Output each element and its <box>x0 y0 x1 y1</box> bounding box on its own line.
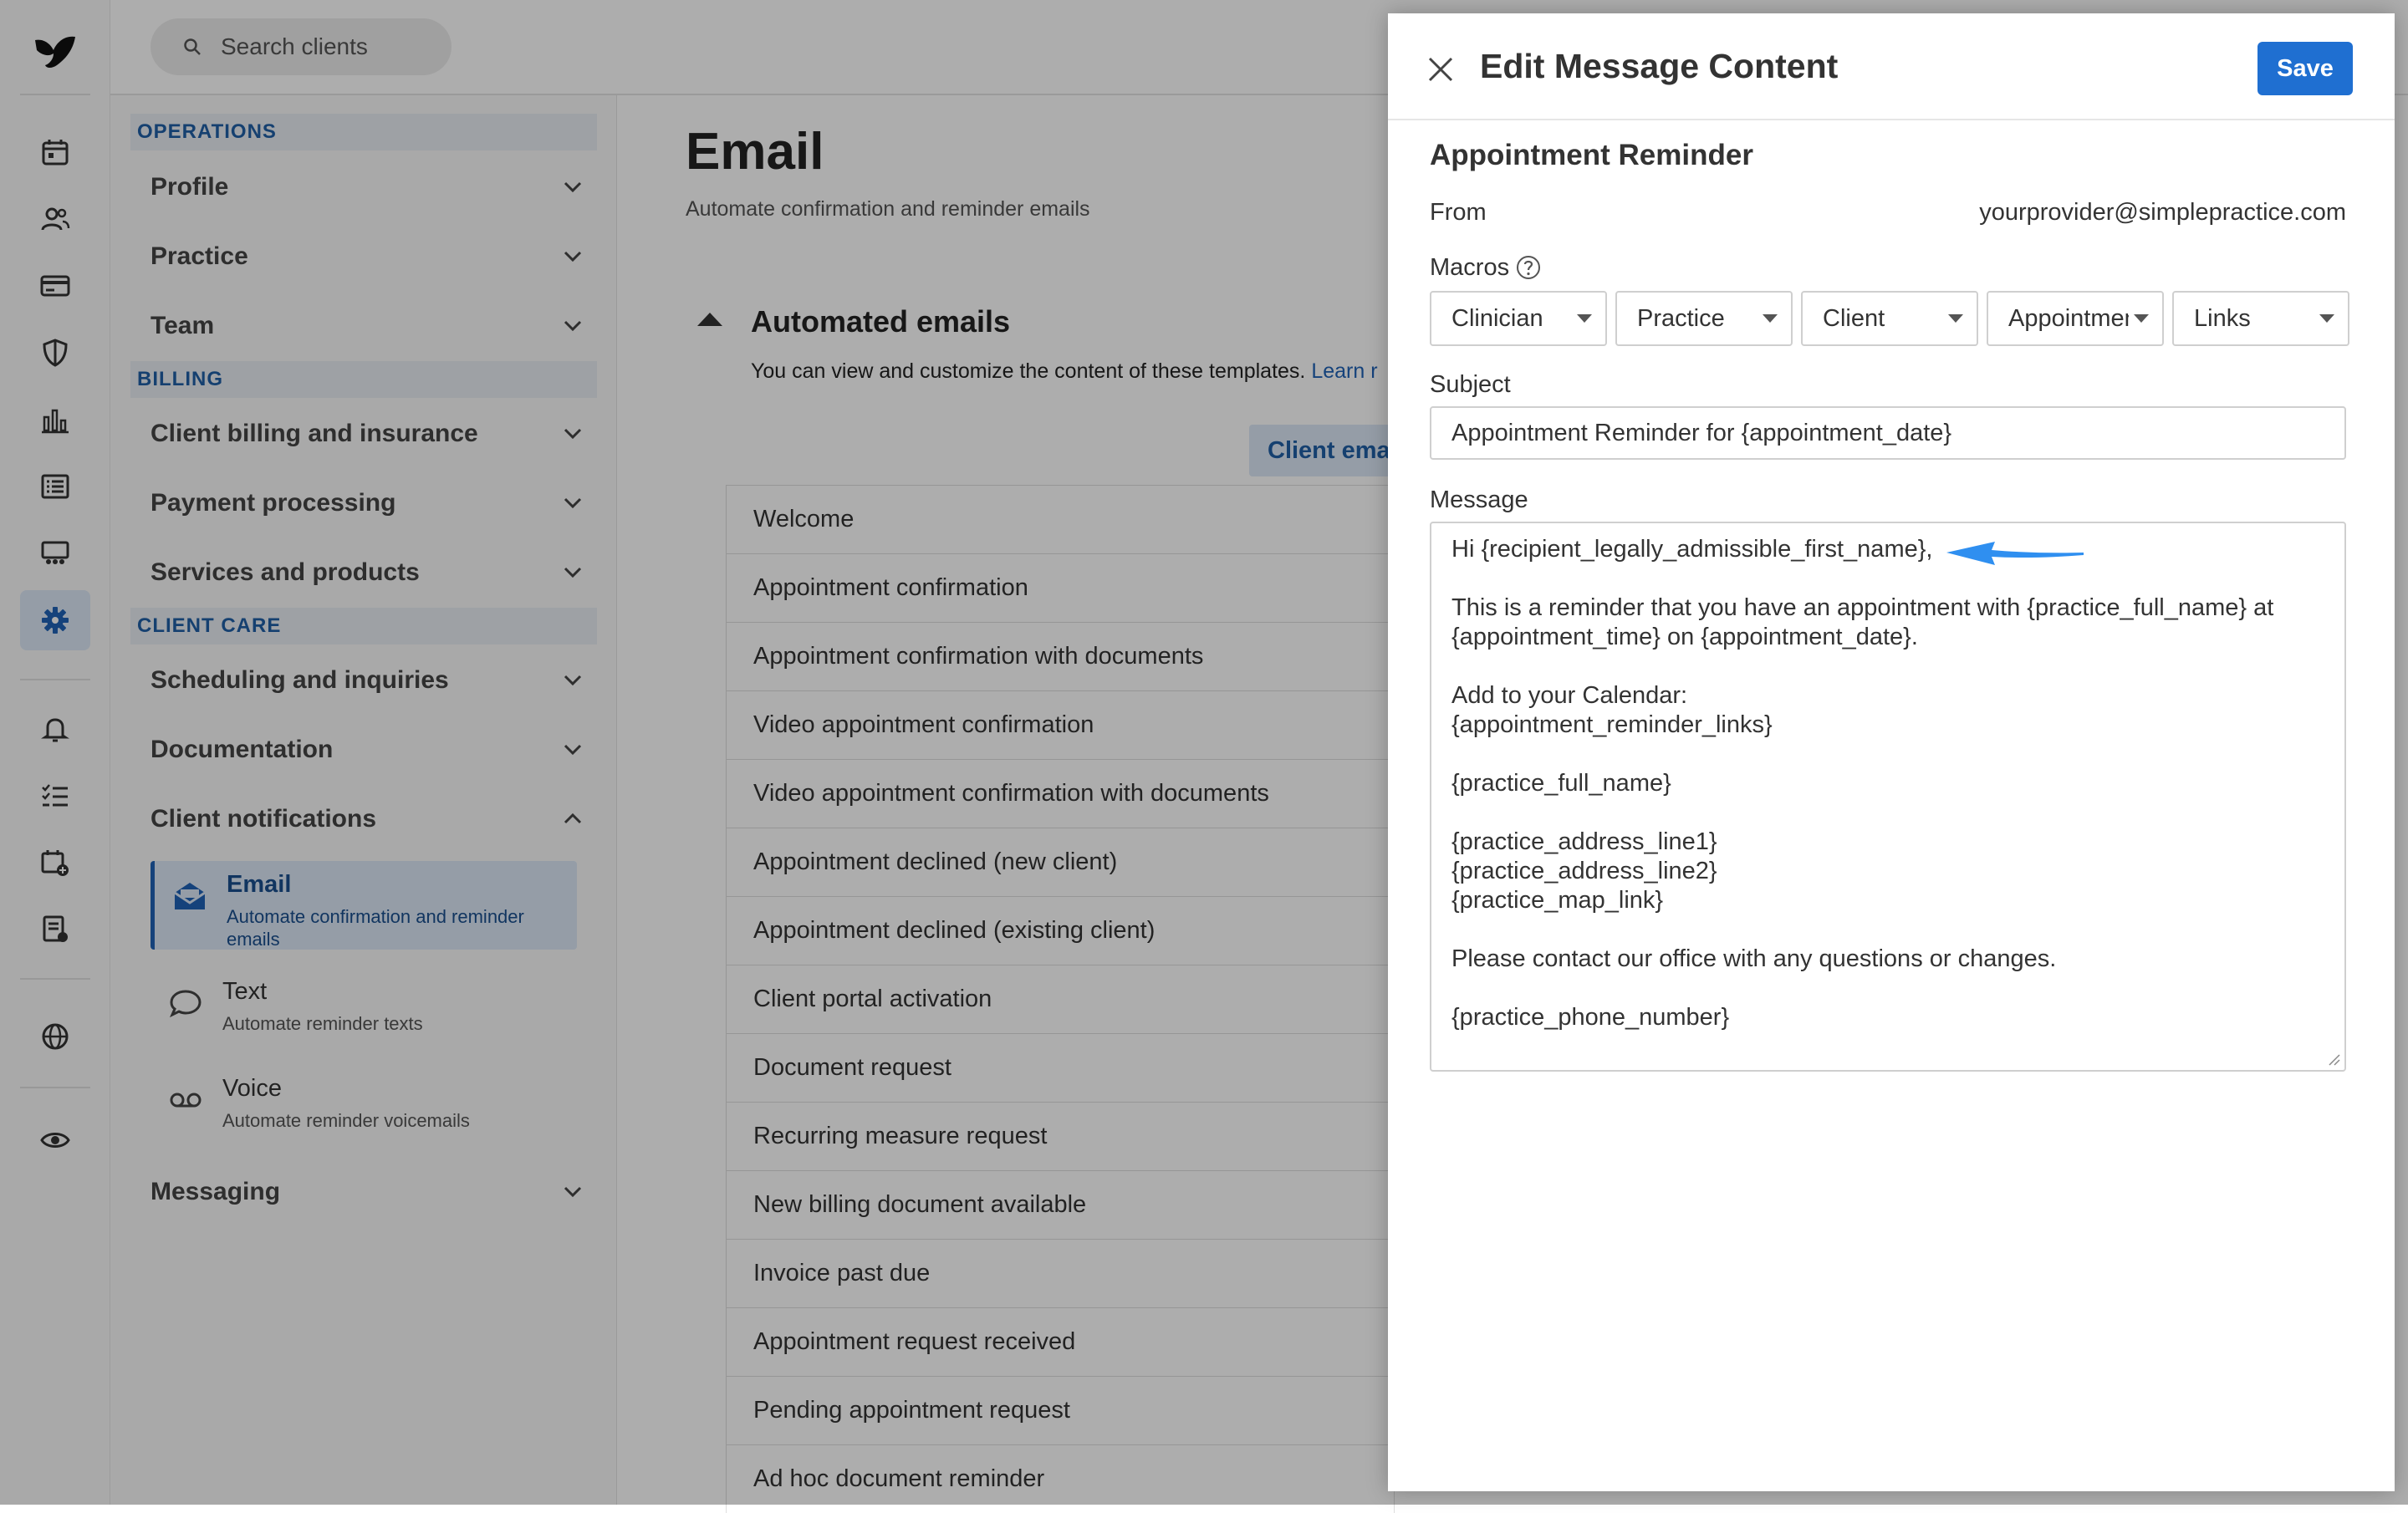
template-name: Appointment Reminder <box>1430 139 1753 171</box>
panel-header: Edit Message Content Save <box>1388 13 2395 120</box>
message-line <box>1451 798 2324 828</box>
message-line <box>1451 564 2324 593</box>
dropdown-arrow-icon <box>1948 314 1963 323</box>
message-line <box>1451 974 2324 1003</box>
message-textarea[interactable]: Hi {recipient_legally_admissible_first_n… <box>1430 522 2346 1072</box>
macro-clinician-dropdown[interactable]: Clinician <box>1430 291 1607 346</box>
from-label: From <box>1430 199 1487 226</box>
dropdown-label: Appointment <box>2008 304 2129 332</box>
message-line: {practice_address_line2} <box>1451 858 1717 884</box>
subject-input[interactable]: Appointment Reminder for {appointment_da… <box>1430 406 2346 460</box>
dropdown-arrow-icon <box>1763 314 1778 323</box>
annotation-arrow-icon <box>1946 542 2084 565</box>
subject-label: Subject <box>1430 371 1511 398</box>
message-line <box>1451 652 2324 681</box>
message-line: Please contact our office with any quest… <box>1451 945 2057 972</box>
message-line: This is a reminder that you have an appo… <box>1451 594 2274 621</box>
message-line: Hi {recipient_legally_admissible_first_n… <box>1451 536 1933 563</box>
help-question-icon[interactable] <box>1515 254 1542 281</box>
dropdown-label: Clinician <box>1451 304 1543 332</box>
message-line: Add to your Calendar: <box>1451 682 1688 709</box>
macro-client-dropdown[interactable]: Client <box>1801 291 1978 346</box>
dropdown-label: Practice <box>1637 304 1725 332</box>
message-line: {practice_address_line1} <box>1451 828 1717 855</box>
panel-title: Edit Message Content <box>1480 47 1839 85</box>
message-line: {appointment_reminder_links} <box>1451 711 1773 738</box>
macro-links-dropdown[interactable]: Links <box>2172 291 2349 346</box>
dropdown-label: Links <box>2194 304 2251 332</box>
message-line: {practice_map_link} <box>1451 887 1664 914</box>
message-line <box>1451 740 2324 769</box>
macros-label: Macros <box>1430 254 1510 281</box>
message-label: Message <box>1430 487 1528 513</box>
from-value: yourprovider@simplepractice.com <box>1979 199 2346 226</box>
edit-message-panel: Edit Message Content Save Appointment Re… <box>1388 13 2395 1491</box>
message-line: {appointment_time} on {appointment_date}… <box>1451 624 1918 650</box>
dropdown-label: Client <box>1823 304 1885 332</box>
macro-appointment-dropdown[interactable]: Appointment <box>1987 291 2164 346</box>
dropdown-arrow-icon <box>1577 314 1592 323</box>
close-icon[interactable] <box>1426 55 1455 84</box>
message-line: {practice_full_name} <box>1451 770 1671 797</box>
macro-practice-dropdown[interactable]: Practice <box>1615 291 1793 346</box>
save-button[interactable]: Save <box>2258 42 2353 95</box>
resize-grip-icon[interactable] <box>2326 1052 2341 1067</box>
dropdown-arrow-icon <box>2319 314 2334 323</box>
message-line: {practice_phone_number} <box>1451 1004 1730 1031</box>
dropdown-arrow-icon <box>2134 314 2149 323</box>
message-line <box>1451 915 2324 945</box>
